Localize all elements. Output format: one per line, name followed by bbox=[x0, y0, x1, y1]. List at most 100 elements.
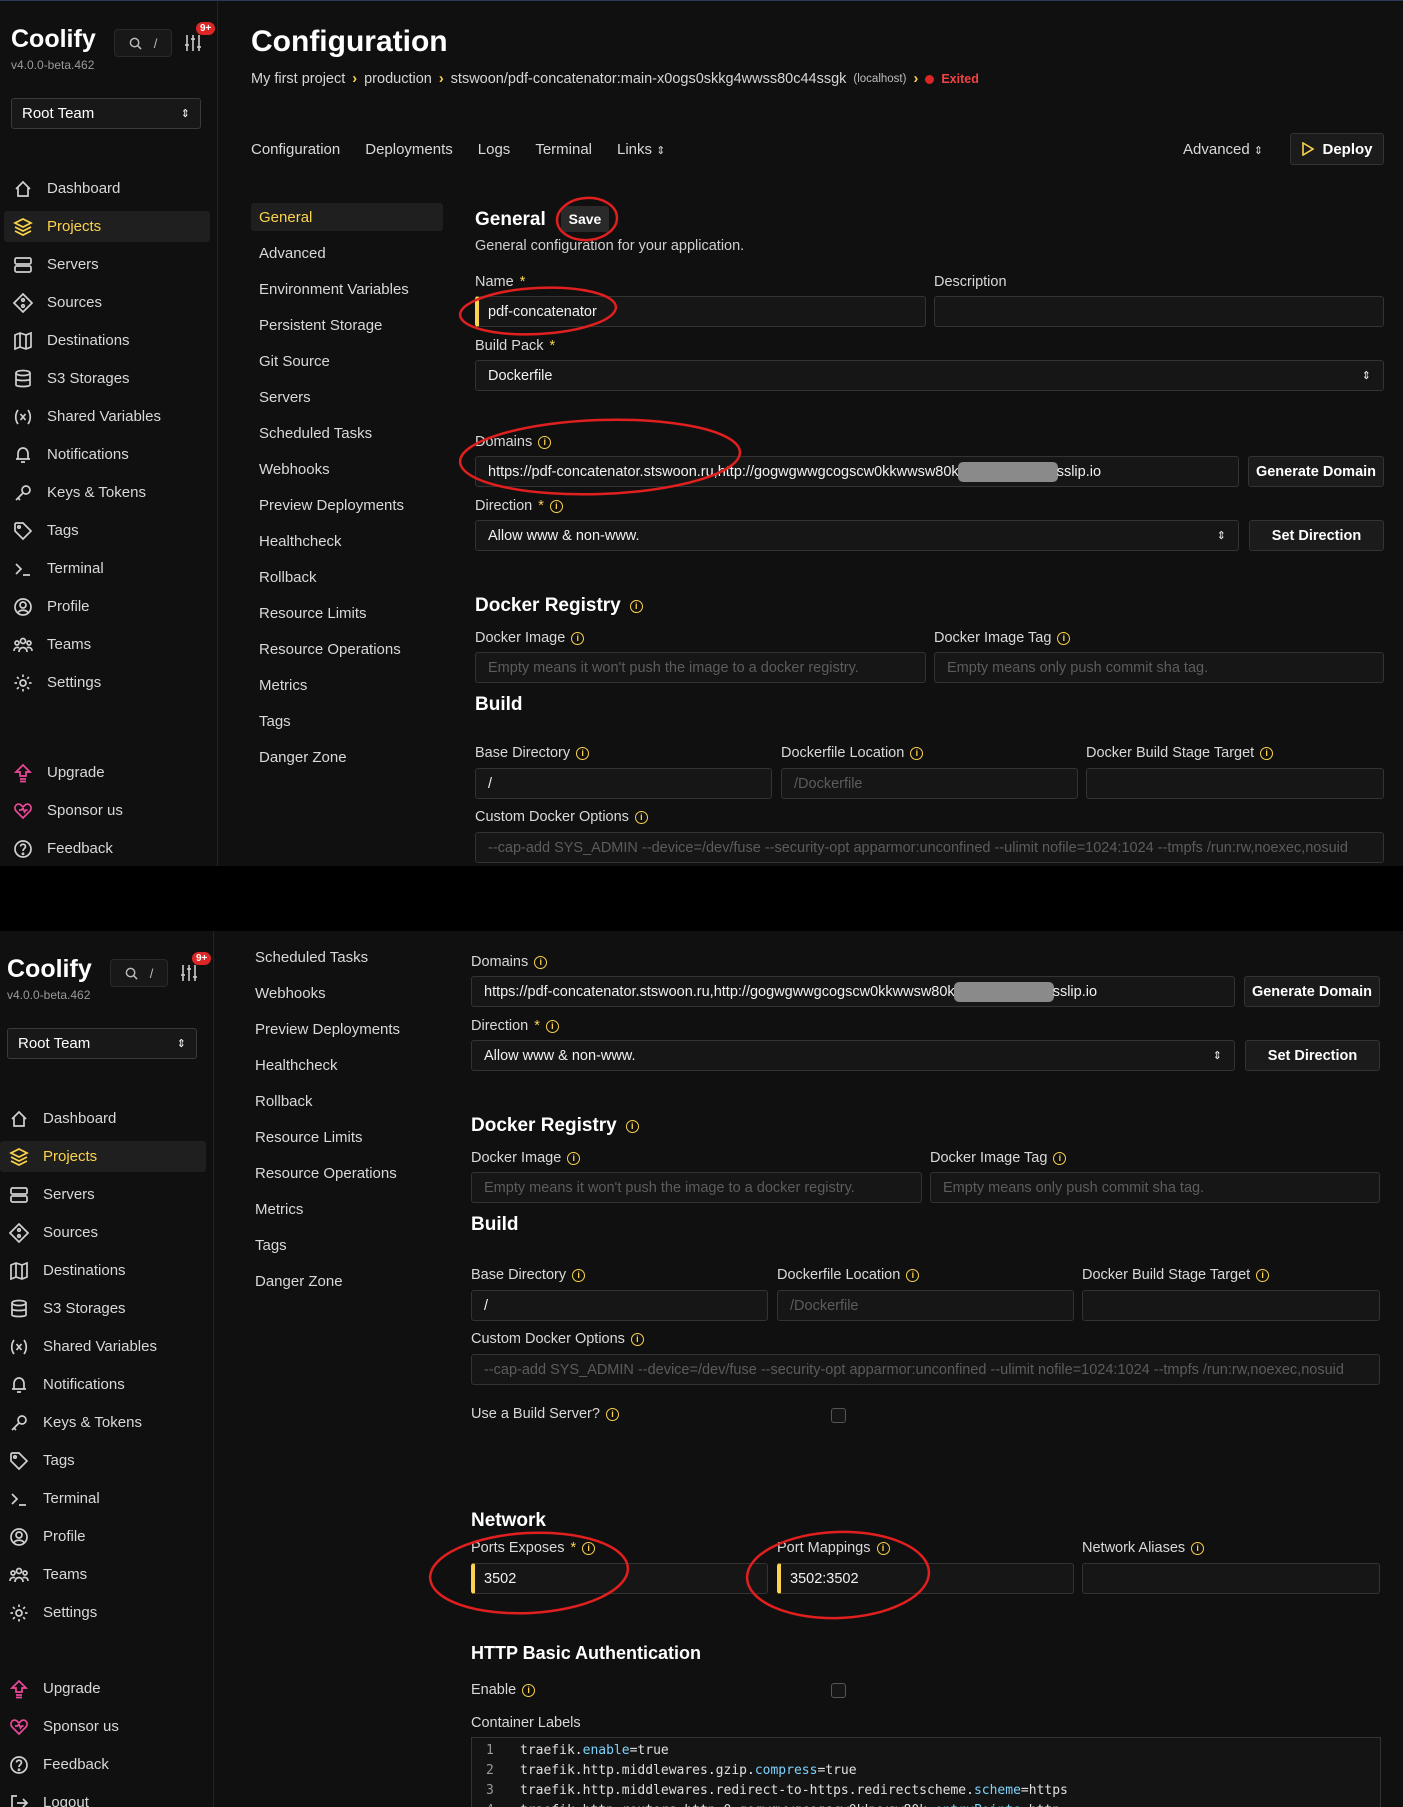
subnav-metrics[interactable]: Metrics bbox=[251, 671, 443, 699]
build-pack-select[interactable]: Dockerfile ⇕ bbox=[475, 360, 1384, 391]
dockerfile-location-input[interactable]: /Dockerfile bbox=[781, 768, 1078, 799]
breadcrumb-environment[interactable]: production bbox=[364, 71, 432, 87]
subnav-resource-limits[interactable]: Resource Limits bbox=[251, 599, 443, 627]
code-text: traefik.enable=true bbox=[520, 1742, 669, 1758]
tab-terminal[interactable]: Terminal bbox=[535, 141, 592, 158]
tab-deployments[interactable]: Deployments bbox=[365, 141, 453, 158]
subnav-webhooks[interactable]: Webhooks bbox=[251, 455, 443, 483]
info-icon: i bbox=[1057, 631, 1071, 645]
deploy-label: Deploy bbox=[1322, 140, 1373, 158]
docker-registry-heading: Docker Registry i bbox=[475, 595, 643, 617]
info-icon: i bbox=[576, 746, 590, 760]
build-stage-input[interactable] bbox=[1086, 768, 1384, 799]
container-labels-editor[interactable]: 1 traefik.enable=true 2 traefik.http.middle… bbox=[471, 1737, 1381, 1807]
build-stage-input[interactable] bbox=[1082, 1290, 1380, 1321]
general-heading: General bbox=[475, 209, 546, 230]
redacted-blur bbox=[953, 981, 1054, 1002]
base-directory-label: Base Directory i bbox=[475, 745, 590, 761]
subnav-preview-deployments[interactable]: Preview Deployments bbox=[247, 1015, 439, 1043]
set-direction-button[interactable]: Set Direction bbox=[1249, 520, 1384, 551]
line-number: 4 bbox=[472, 1803, 520, 1807]
port-mappings-input[interactable]: 3502:3502 bbox=[777, 1563, 1074, 1594]
subnav-general[interactable]: General bbox=[251, 203, 443, 231]
subnav-servers[interactable]: Servers bbox=[251, 383, 443, 411]
tab-links[interactable]: Links ⇕ bbox=[617, 141, 665, 158]
enable-label-text: Enable bbox=[471, 1682, 517, 1698]
base-directory-input[interactable]: / bbox=[471, 1290, 768, 1321]
custom-docker-options-input[interactable]: --cap-add SYS_ADMIN --device=/dev/fuse -… bbox=[475, 832, 1384, 863]
basic-auth-enable-checkbox[interactable] bbox=[831, 1683, 846, 1698]
custom-docker-options-label: Custom Docker Options i bbox=[475, 809, 648, 825]
subnav-webhooks[interactable]: Webhooks bbox=[247, 979, 439, 1007]
info-icon: i bbox=[634, 810, 648, 824]
generate-domain-button[interactable]: Generate Domain bbox=[1248, 456, 1384, 487]
info-icon: i bbox=[1256, 1268, 1270, 1282]
domains-label: Domains i bbox=[475, 434, 552, 450]
description-input[interactable] bbox=[934, 296, 1384, 327]
domains-input[interactable]: https://pdf-concatenator.stswoon.ru,http… bbox=[471, 976, 1235, 1007]
subnav-preview-deployments[interactable]: Preview Deployments bbox=[251, 491, 443, 519]
save-button[interactable]: Save bbox=[561, 206, 609, 232]
docker-image-label-text: Docker Image bbox=[471, 1150, 562, 1166]
subnav-tags[interactable]: Tags bbox=[251, 707, 443, 735]
info-icon: i bbox=[906, 1268, 920, 1282]
network-aliases-label: Network Aliases i bbox=[1082, 1540, 1205, 1556]
set-direction-button[interactable]: Set Direction bbox=[1245, 1040, 1380, 1071]
subnav-resource-operations[interactable]: Resource Operations bbox=[247, 1159, 439, 1187]
build-pack-label: Build Pack * bbox=[475, 338, 555, 354]
subnav-rollback[interactable]: Rollback bbox=[247, 1087, 439, 1115]
subnav-healthcheck[interactable]: Healthcheck bbox=[251, 527, 443, 555]
subnav-persistent-storage[interactable]: Persistent Storage bbox=[251, 311, 443, 339]
subnav-resource-limits[interactable]: Resource Limits bbox=[247, 1123, 439, 1151]
subnav-scheduled-tasks[interactable]: Scheduled Tasks bbox=[247, 943, 439, 971]
direction-select[interactable]: Allow www & non-www. ⇕ bbox=[471, 1040, 1235, 1071]
name-input[interactable]: pdf-concatenator bbox=[475, 296, 926, 327]
docker-image-input[interactable]: Empty means it won't push the image to a… bbox=[475, 652, 926, 683]
info-icon: i bbox=[545, 1019, 559, 1033]
subnav-resource-operations[interactable]: Resource Operations bbox=[251, 635, 443, 663]
tab-logs[interactable]: Logs bbox=[478, 141, 511, 158]
generate-domain-button[interactable]: Generate Domain bbox=[1244, 976, 1380, 1007]
advanced-dropdown[interactable]: Advanced ⇕ bbox=[1183, 141, 1263, 158]
info-icon: i bbox=[571, 631, 585, 645]
subnav-danger-zone[interactable]: Danger Zone bbox=[251, 743, 443, 771]
ports-exposes-input[interactable]: 3502 bbox=[471, 1563, 768, 1594]
breadcrumb: My first project › production › stswoon/pd… bbox=[251, 71, 979, 87]
subnav-git-source[interactable]: Git Source bbox=[251, 347, 443, 375]
dockerfile-location-label: Dockerfile Location i bbox=[781, 745, 924, 761]
docker-image-tag-input[interactable]: Empty means only push commit sha tag. bbox=[934, 652, 1384, 683]
subnav-metrics[interactable]: Metrics bbox=[247, 1195, 439, 1223]
direction-select[interactable]: Allow www & non-www. ⇕ bbox=[475, 520, 1239, 551]
network-aliases-input[interactable] bbox=[1082, 1563, 1380, 1594]
tab-configuration[interactable]: Configuration bbox=[251, 141, 340, 158]
docker-image-label: Docker Image i bbox=[471, 1150, 581, 1166]
network-aliases-label-text: Network Aliases bbox=[1082, 1540, 1186, 1556]
chevron-updown-icon: ⇕ bbox=[1212, 1050, 1222, 1062]
deploy-button[interactable]: Deploy bbox=[1290, 133, 1384, 165]
subnav-danger-zone[interactable]: Danger Zone bbox=[247, 1267, 439, 1295]
docker-image-input[interactable]: Empty means it won't push the image to a… bbox=[471, 1172, 922, 1203]
build-server-checkbox[interactable] bbox=[831, 1408, 846, 1423]
breadcrumb-project[interactable]: My first project bbox=[251, 71, 345, 87]
subnav-advanced[interactable]: Advanced bbox=[251, 239, 443, 267]
subnav-healthcheck[interactable]: Healthcheck bbox=[247, 1051, 439, 1079]
breadcrumb-resource[interactable]: stswoon/pdf-concatenator:main-x0ogs0skkg… bbox=[451, 71, 847, 87]
docker-image-tag-input[interactable]: Empty means only push commit sha tag. bbox=[930, 1172, 1380, 1203]
direction-label: Direction * i bbox=[471, 1018, 559, 1034]
code-text: traefik.http.routers.http-0-gogwgwwgcogs… bbox=[520, 1803, 1060, 1807]
subnav-tags[interactable]: Tags bbox=[247, 1231, 439, 1259]
subnav-environment-variables[interactable]: Environment Variables bbox=[251, 275, 443, 303]
play-icon bbox=[1302, 142, 1315, 156]
info-icon: i bbox=[605, 1407, 619, 1421]
dockerfile-location-input[interactable]: /Dockerfile bbox=[777, 1290, 1074, 1321]
docker-image-label-text: Docker Image bbox=[475, 630, 566, 646]
domains-input[interactable]: https://pdf-concatenator.stswoon.ru,http… bbox=[475, 456, 1239, 487]
code-line: 2 traefik.http.middlewares.gzip.compress=… bbox=[472, 1760, 857, 1780]
docker-registry-heading-text: Docker Registry bbox=[471, 1115, 617, 1136]
subnav-rollback[interactable]: Rollback bbox=[251, 563, 443, 591]
subnav-scheduled-tasks[interactable]: Scheduled Tasks bbox=[251, 419, 443, 447]
custom-docker-options-input[interactable]: --cap-add SYS_ADMIN --device=/dev/fuse -… bbox=[471, 1354, 1380, 1385]
port-mappings-label-text: Port Mappings bbox=[777, 1540, 871, 1556]
base-directory-input[interactable]: / bbox=[475, 768, 772, 799]
required-mark: * bbox=[570, 1540, 577, 1556]
